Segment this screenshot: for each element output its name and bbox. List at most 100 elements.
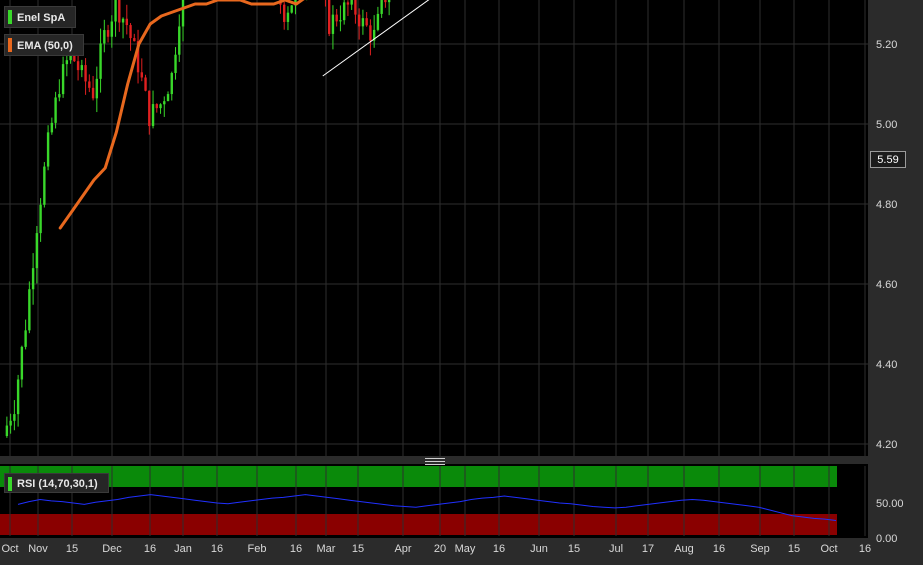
candle-down <box>384 0 387 3</box>
candle-down <box>125 18 129 26</box>
candle-up <box>361 18 365 27</box>
candle-up <box>151 104 155 127</box>
candle-up <box>35 233 39 269</box>
time-tick-label: 16 <box>144 543 156 555</box>
candle-up <box>181 0 185 27</box>
candle-down <box>365 18 368 26</box>
candle-up <box>376 13 380 30</box>
time-tick-label: May <box>455 543 476 555</box>
candle-down <box>88 81 91 88</box>
price-tick-label: 4.60 <box>876 279 897 291</box>
candle-up <box>46 132 50 167</box>
candle-up <box>13 414 16 421</box>
time-tick-label: Jun <box>530 543 548 555</box>
time-tick-label: Oct <box>820 543 837 555</box>
time-tick-label: 15 <box>66 543 78 555</box>
instrument-swatch <box>8 10 12 24</box>
candle-up <box>342 2 346 21</box>
candle-up <box>159 104 162 109</box>
legend-instrument[interactable]: Enel SpA <box>4 6 77 28</box>
rsi-tick-label: 50.00 <box>876 498 904 510</box>
rsi-tick-label: 0.00 <box>876 533 897 545</box>
rsi-axis: 50.00 0.00 <box>876 498 904 545</box>
time-tick-label: Mar <box>317 543 336 555</box>
candle-up <box>110 21 114 37</box>
candle-up <box>28 289 31 331</box>
candle-up <box>290 5 293 13</box>
instrument-label: Enel SpA <box>17 12 66 24</box>
candle-down <box>357 14 361 27</box>
candle-up <box>387 0 391 3</box>
candle-up <box>174 54 177 74</box>
candle-down <box>155 104 158 109</box>
ema-label: EMA (50,0) <box>17 40 73 52</box>
candle-up <box>95 78 99 99</box>
time-tick-label: Oct <box>1 543 18 555</box>
price-tick-label: 4.40 <box>876 359 897 371</box>
time-tick-label: Sep <box>750 543 770 555</box>
candle-down <box>369 25 372 41</box>
candle-up <box>286 12 290 22</box>
legend-ema[interactable]: EMA (50,0) <box>4 34 84 56</box>
candle-down <box>91 87 95 99</box>
price-tick-label: 5.00 <box>876 119 897 131</box>
time-tick-label: 17 <box>642 543 654 555</box>
candle-up <box>178 26 181 55</box>
candle-up <box>43 166 46 205</box>
rsi-overbought-band <box>0 466 837 487</box>
candle-up <box>99 43 102 79</box>
time-tick-label: 15 <box>352 543 364 555</box>
chart-stage: 6.206.005.805.605.405.205.004.804.604.40… <box>0 0 923 560</box>
time-tick-label: Feb <box>248 543 267 555</box>
candle-down <box>76 61 80 71</box>
candle-up <box>331 14 335 34</box>
ema-swatch <box>8 38 12 52</box>
time-tick-label: Jan <box>174 543 192 555</box>
price-tick-label: 4.80 <box>876 199 897 211</box>
price-tick-label: 4.20 <box>876 439 897 451</box>
candle-down <box>140 72 143 78</box>
time-tick-label: Jul <box>609 543 623 555</box>
candle-up <box>380 0 383 14</box>
candle-up <box>350 0 353 5</box>
panel-splitter-handle[interactable] <box>425 458 445 465</box>
time-tick-label: Dec <box>102 543 122 555</box>
price-panel-background <box>0 0 868 456</box>
candle-up <box>166 94 170 102</box>
candle-down <box>335 14 338 22</box>
candle-down <box>283 4 286 22</box>
candle-down <box>118 0 121 23</box>
candle-down <box>346 2 350 5</box>
candle-down <box>354 0 357 15</box>
time-tick-label: 15 <box>568 543 580 555</box>
time-tick-label: 16 <box>211 543 223 555</box>
candle-down <box>327 0 331 34</box>
candle-up <box>54 97 57 123</box>
candle-up <box>121 18 125 23</box>
time-tick-label: 16 <box>713 543 725 555</box>
candle-up <box>170 73 173 95</box>
time-tick-label: 15 <box>788 543 800 555</box>
candle-up <box>163 101 166 105</box>
time-tick-label: 16 <box>290 543 302 555</box>
rsi-oversold-band <box>0 514 837 535</box>
candle-up <box>103 30 106 44</box>
candle-up <box>58 94 61 98</box>
candle-down <box>133 38 136 42</box>
chart-canvas[interactable]: 6.206.005.805.605.405.205.004.804.604.40… <box>0 0 923 560</box>
rsi-swatch <box>8 477 12 491</box>
time-axis: Oct Nov 15 Dec 16 Jan 16 Feb 16 Mar 15 Apr 20 May 16 Ju… <box>1 543 871 555</box>
candle-down <box>148 90 151 127</box>
candle-up <box>9 420 12 426</box>
last-price-marker: 5.59 <box>870 151 906 168</box>
candle-up <box>65 60 69 65</box>
candle-up <box>24 330 27 347</box>
legend-rsi[interactable]: RSI (14,70,30,1) <box>4 473 109 493</box>
candle-up <box>5 425 9 436</box>
candle-up <box>50 122 54 133</box>
price-axis: 6.206.005.805.605.405.205.004.804.604.40… <box>876 39 897 451</box>
price-tick-label: 5.20 <box>876 39 897 51</box>
time-tick-label: Apr <box>394 543 411 555</box>
candle-down <box>144 77 147 91</box>
candle-up <box>114 0 117 22</box>
